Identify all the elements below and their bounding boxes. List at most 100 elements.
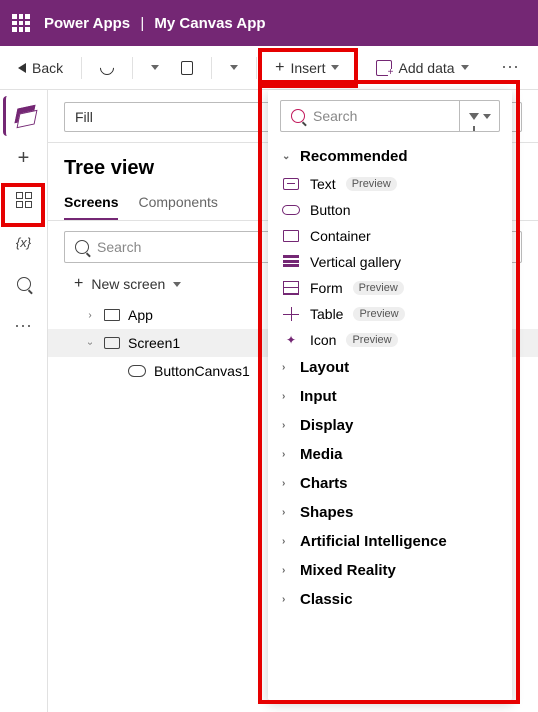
rail-variables[interactable]: {x} (4, 222, 44, 262)
insert-item-vertical-gallery[interactable]: Vertical gallery (268, 249, 512, 275)
section-charts[interactable]: › Charts (268, 469, 512, 498)
section-label: Media (300, 446, 343, 463)
chevron-down-icon (230, 65, 238, 70)
preview-badge: Preview (346, 177, 397, 191)
insert-item-text[interactable]: Text Preview (268, 171, 512, 197)
title-separator: | (140, 15, 144, 32)
more-icon: ⋯ (501, 57, 520, 78)
app-icon (104, 309, 120, 321)
insert-button[interactable]: + Insert (267, 55, 347, 81)
container-icon (283, 230, 299, 242)
plus-icon: + (74, 275, 83, 293)
insert-filter-button[interactable] (459, 101, 499, 131)
section-label: Charts (300, 475, 348, 492)
divider (211, 57, 212, 79)
undo-split[interactable] (143, 61, 167, 74)
chevron-right-icon: › (282, 478, 292, 489)
insert-item-table[interactable]: Table Preview (268, 301, 512, 327)
preview-badge: Preview (346, 333, 397, 347)
form-icon (283, 281, 299, 295)
waffle-icon[interactable] (12, 14, 30, 32)
section-mixed-reality[interactable]: ›Mixed Reality (268, 556, 512, 585)
back-label: Back (32, 60, 63, 76)
section-label: Artificial Intelligence (300, 533, 447, 550)
divider (81, 57, 82, 79)
chevron-down-icon (151, 65, 159, 70)
section-input[interactable]: ›Input (268, 382, 512, 411)
insert-item-button[interactable]: Button (268, 197, 512, 223)
section-label: Shapes (300, 504, 353, 521)
item-label: Table (310, 306, 343, 322)
data-icon (376, 60, 392, 76)
clipboard-split[interactable] (222, 61, 246, 74)
more-icon: ⋯ (14, 316, 33, 337)
chevron-right-icon: › (84, 310, 96, 321)
new-screen-label: New screen (91, 276, 165, 292)
insert-search: Search (280, 100, 500, 132)
rail-data[interactable] (4, 180, 44, 220)
button-icon (282, 205, 300, 215)
item-label: Button (310, 202, 350, 218)
tree-search-placeholder: Search (97, 239, 141, 255)
clipboard-button[interactable] (173, 57, 201, 79)
insert-item-icon[interactable]: ✦ Icon Preview (268, 327, 512, 353)
preview-badge: Preview (353, 307, 404, 321)
chevron-right-icon: › (282, 362, 292, 373)
chevron-right-icon: › (282, 449, 292, 460)
insert-label: Insert (290, 60, 325, 76)
chevron-down-icon (461, 65, 469, 70)
rail-tree-view[interactable] (3, 96, 43, 136)
insert-search-placeholder: Search (313, 108, 357, 124)
chevron-right-icon: › (282, 536, 292, 547)
section-media[interactable]: › Media (268, 440, 512, 469)
section-layout[interactable]: › Layout (268, 353, 512, 382)
chevron-down-icon (483, 114, 491, 119)
left-rail: + {x} ⋯ (0, 90, 48, 712)
divider (132, 57, 133, 79)
add-data-label: Add data (398, 60, 454, 76)
chevron-down-icon: › (85, 337, 96, 349)
rail-more[interactable]: ⋯ (4, 306, 44, 346)
grid-icon (16, 192, 32, 208)
preview-badge: Preview (353, 281, 404, 295)
rail-search[interactable] (4, 264, 44, 304)
tab-screens[interactable]: Screens (64, 188, 118, 220)
chevron-right-icon: › (282, 594, 292, 605)
layers-icon (16, 107, 34, 125)
search-icon (17, 277, 31, 291)
item-label: Text (310, 176, 336, 192)
rail-insert[interactable]: + (4, 138, 44, 178)
section-ai[interactable]: › Artificial Intelligence (268, 527, 512, 556)
section-recommended[interactable]: ⌄ Recommended (268, 142, 512, 171)
insert-search-input[interactable]: Search (281, 108, 459, 124)
overflow-button[interactable]: ⋯ (493, 53, 528, 82)
arrow-left-icon (18, 63, 26, 73)
insert-item-container[interactable]: Container (268, 223, 512, 249)
command-bar: Back + Insert Add data ⋯ (0, 46, 538, 90)
item-label: Container (310, 228, 371, 244)
clipboard-icon (181, 61, 193, 75)
search-icon (75, 240, 89, 254)
tree-node-label: ButtonCanvas1 (154, 363, 250, 379)
funnel-icon (469, 113, 479, 120)
back-button[interactable]: Back (10, 56, 71, 80)
chevron-down-icon: ⌄ (282, 151, 292, 162)
insert-item-form[interactable]: Form Preview (268, 275, 512, 301)
undo-icon (97, 58, 117, 78)
insert-search-row: Search (268, 90, 512, 142)
chevron-right-icon: › (282, 565, 292, 576)
undo-button[interactable] (92, 57, 122, 79)
section-label: Display (300, 417, 353, 434)
chevron-down-icon (173, 282, 181, 287)
section-shapes[interactable]: › Shapes (268, 498, 512, 527)
add-data-button[interactable]: Add data (368, 56, 476, 80)
section-classic[interactable]: ›Classic (268, 585, 512, 614)
property-label: Fill (75, 109, 93, 125)
chevron-right-icon: › (282, 507, 292, 518)
section-label: Layout (300, 359, 349, 376)
tab-components[interactable]: Components (138, 188, 217, 220)
section-display[interactable]: ›Display (268, 411, 512, 440)
tree-node-label: App (128, 307, 153, 323)
insert-list[interactable]: ⌄ Recommended Text Preview Button Contai… (268, 142, 512, 700)
plus-icon: + (275, 59, 284, 77)
